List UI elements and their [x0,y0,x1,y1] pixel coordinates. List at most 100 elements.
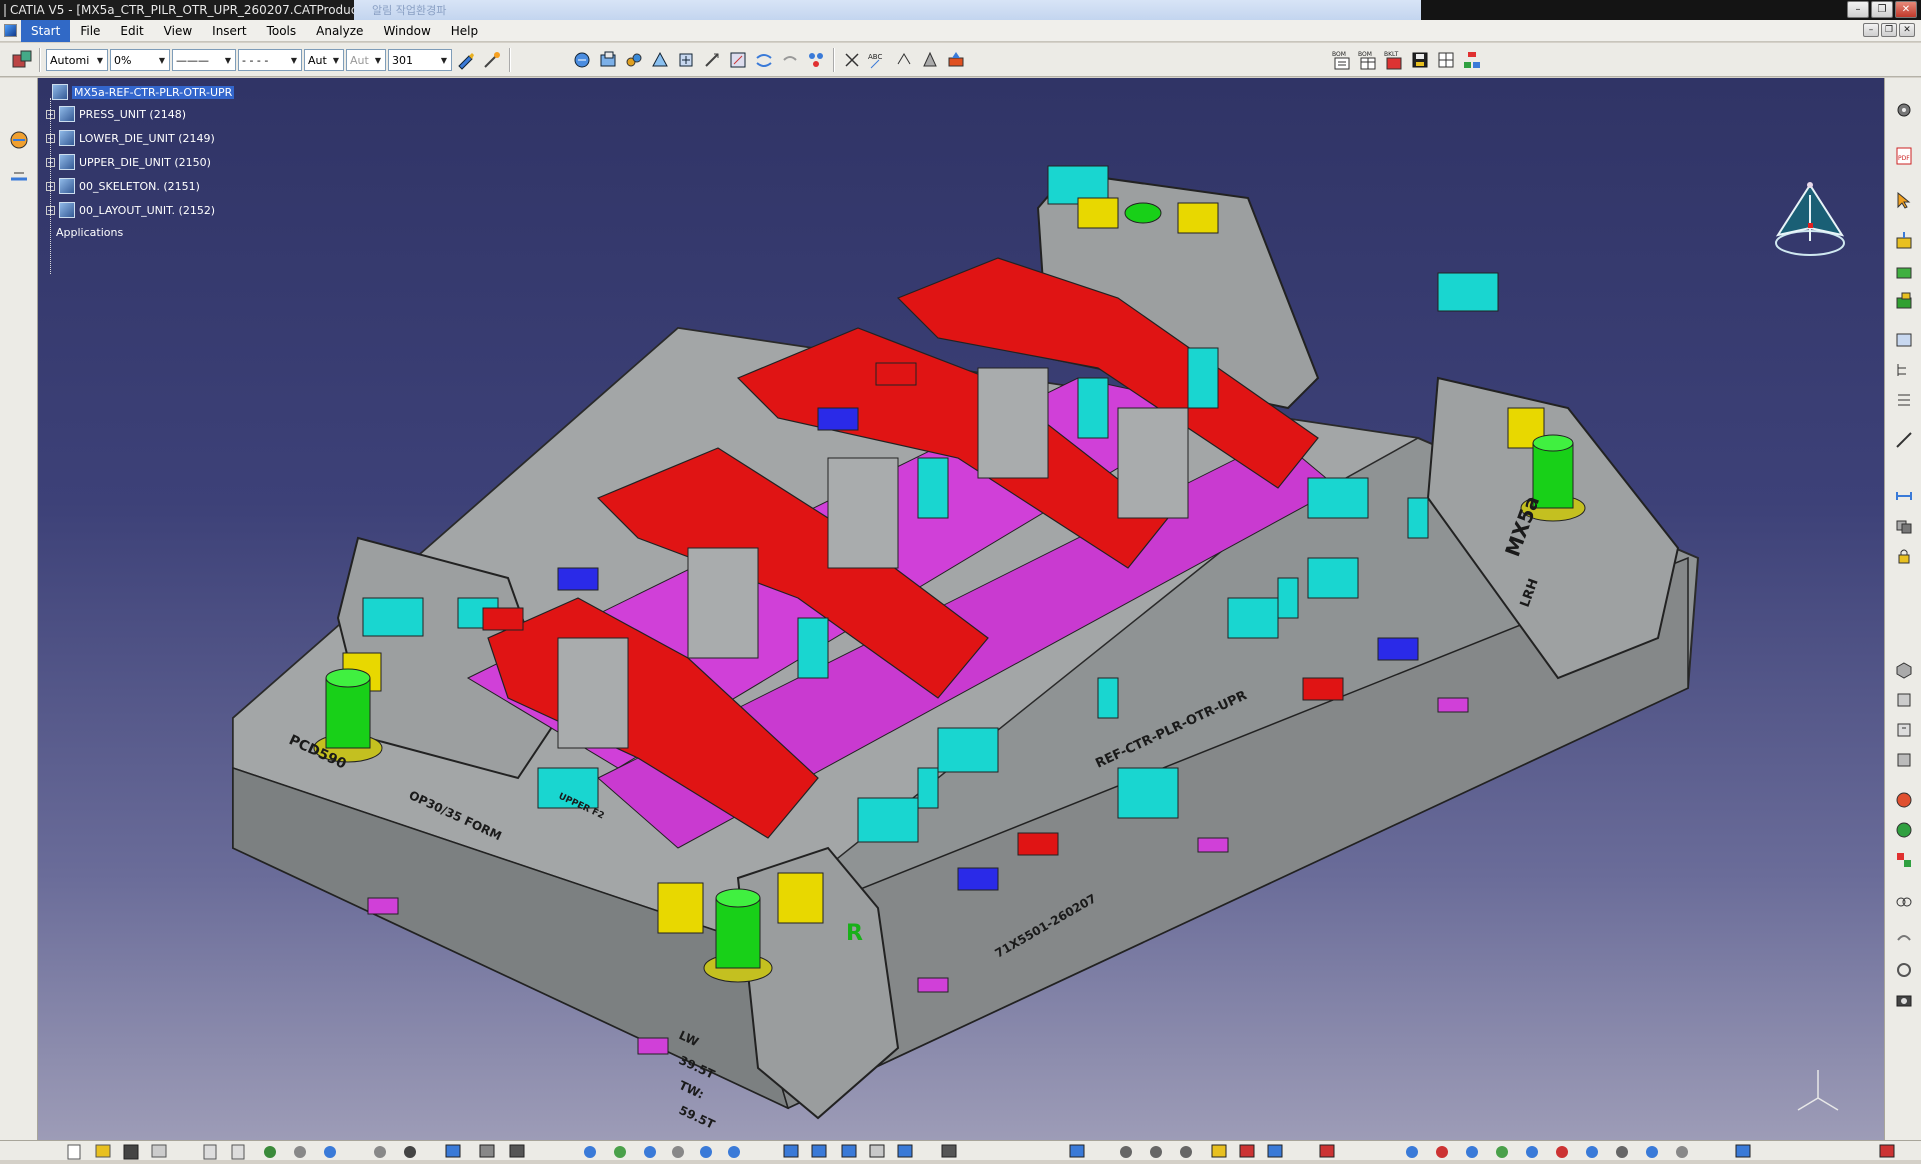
scene-icon[interactable] [918,48,942,72]
tree-node-label: UPPER_DIE_UNIT (2150) [79,155,211,169]
expand-icon[interactable]: + [46,181,55,191]
paint-brush-icon[interactable] [454,48,478,72]
transparency-combo[interactable]: 0% ▼ [110,49,170,71]
tree-node-upper-die-unit[interactable]: + UPPER_DIE_UNIT (2150) [46,154,211,170]
select-arrow-icon[interactable] [1892,188,1916,212]
color-combo[interactable]: Automi ▼ [46,49,108,71]
plane-tool-icon[interactable] [7,164,31,188]
measure-icon[interactable] [1892,428,1916,452]
expand-icon[interactable]: + [46,157,55,167]
die-assembly-model[interactable]: MX5a LRH PCD590 OP30/35 FORM REF-CTR-PLR… [38,78,1884,1140]
menu-file[interactable]: File [70,20,110,42]
existing-component-icon[interactable] [648,48,672,72]
svg-text:BOM: BOM [1358,51,1372,58]
axis-triad-icon [1797,1070,1839,1111]
view-annotation-icon[interactable] [892,48,916,72]
view-side-icon[interactable] [1892,718,1916,742]
settings-gear-icon[interactable] [1892,98,1916,122]
multi-instantiation-icon[interactable] [726,48,750,72]
view-iso-icon[interactable] [1892,658,1916,682]
manipulation-icon[interactable] [752,48,776,72]
render-icon[interactable] [1892,788,1916,812]
menu-tools[interactable]: Tools [257,20,307,42]
catalog-browser-icon[interactable] [944,48,968,72]
bom-table-icon[interactable]: BOM [1356,48,1380,72]
color-combo-value: Automi [50,53,90,67]
bom-edit-icon[interactable]: BOM [1330,48,1354,72]
linestyle-combo[interactable]: - - - - ▼ [238,49,302,71]
distance-icon[interactable] [1892,484,1916,508]
tree-icon[interactable] [1892,358,1916,382]
chevron-down-icon: ▼ [440,55,448,65]
expand-icon[interactable]: + [46,109,55,119]
structure-icon[interactable] [1892,328,1916,352]
tree-node-layout-unit[interactable]: + 00_LAYOUT_UNIT. (2152) [46,202,215,218]
menu-insert[interactable]: Insert [202,20,256,42]
explode-icon[interactable] [804,48,828,72]
hide-show-icon[interactable] [1892,888,1916,912]
expand-icon[interactable]: + [46,133,55,143]
doc-restore-button[interactable]: ❐ [1881,23,1897,37]
material-icon[interactable] [1892,848,1916,872]
view-top-icon[interactable] [1892,748,1916,772]
view-front-icon[interactable] [1892,688,1916,712]
menu-view[interactable]: View [154,20,202,42]
clash-icon[interactable] [1892,514,1916,538]
layer-combo[interactable]: Aut ▼ [346,49,386,71]
booklet-icon[interactable]: BKLT [1382,48,1406,72]
doc-close-button[interactable]: ✕ [1899,23,1915,37]
rotate-icon[interactable] [1892,958,1916,982]
linetype-combo-value: ——— [176,53,209,67]
pdf-icon[interactable]: PDF [1892,144,1916,168]
doc-minimize-button[interactable]: – [1863,23,1879,37]
magic-wand-icon[interactable] [480,48,504,72]
tree-export-icon[interactable] [1460,48,1484,72]
tree-root[interactable]: MX5a-REF-CTR-PLR-OTR-UPR [52,84,235,100]
menu-help[interactable]: Help [441,20,488,42]
product-icon[interactable] [570,48,594,72]
component-icon[interactable] [596,48,620,72]
tree-node-lower-die-unit[interactable]: + LOWER_DIE_UNIT (2149) [46,130,215,146]
product-icon [59,202,75,218]
graph-tree-icon[interactable] [700,48,724,72]
tree-node-press-unit[interactable]: + PRESS_UNIT (2148) [46,106,186,122]
menu-start[interactable]: Start [21,19,71,42]
left-toolbar [0,78,38,1140]
insert-product-icon[interactable] [1892,228,1916,252]
start-icon [4,24,17,37]
compass-tool-icon[interactable] [7,128,31,152]
compass-icon[interactable] [1775,182,1845,256]
insert-component-icon[interactable] [1892,258,1916,282]
snap-icon[interactable] [778,48,802,72]
title-bar: CATIA V5 - [MX5a_CTR_PILR_OTR_UPR_260207… [0,0,1921,20]
annotation-icon[interactable]: ABC [866,48,890,72]
restore-button[interactable]: ❐ [1871,1,1893,18]
close-button[interactable]: ✕ [1895,1,1917,18]
camera-icon[interactable] [1892,988,1916,1012]
tree-node-label: 00_SKELETON. (2151) [79,179,200,193]
insert-part-icon[interactable] [1892,288,1916,312]
shading-icon[interactable] [1892,818,1916,842]
list-icon[interactable] [1892,388,1916,412]
menu-analyze[interactable]: Analyze [306,20,373,42]
replace-component-icon[interactable] [674,48,698,72]
3d-viewport[interactable]: MX5a LRH PCD590 OP30/35 FORM REF-CTR-PLR… [38,78,1884,1140]
engraving-weight-4: 59.5T [677,1103,718,1132]
menu-window[interactable]: Window [373,20,440,42]
minimize-button[interactable]: – [1847,1,1869,18]
swap-icon[interactable] [1892,928,1916,952]
tree-node-skeleton[interactable]: + 00_SKELETON. (2151) [46,178,200,194]
weight-combo[interactable]: Aut ▼ [304,49,344,71]
title-area: CATIA V5 - [MX5a_CTR_PILR_OTR_UPR_260207… [0,0,354,20]
lock-icon[interactable] [1892,544,1916,568]
catalog-icon[interactable] [10,48,34,72]
save-icon[interactable] [1408,48,1432,72]
grid-icon[interactable] [1434,48,1458,72]
tree-node-applications[interactable]: Applications [56,226,123,239]
constraint-icon[interactable] [840,48,864,72]
menu-edit[interactable]: Edit [110,20,153,42]
number-combo[interactable]: 301 ▼ [388,49,452,71]
expand-icon[interactable]: + [46,205,55,215]
linetype-combo[interactable]: ——— ▼ [172,49,236,71]
part-icon[interactable] [622,48,646,72]
